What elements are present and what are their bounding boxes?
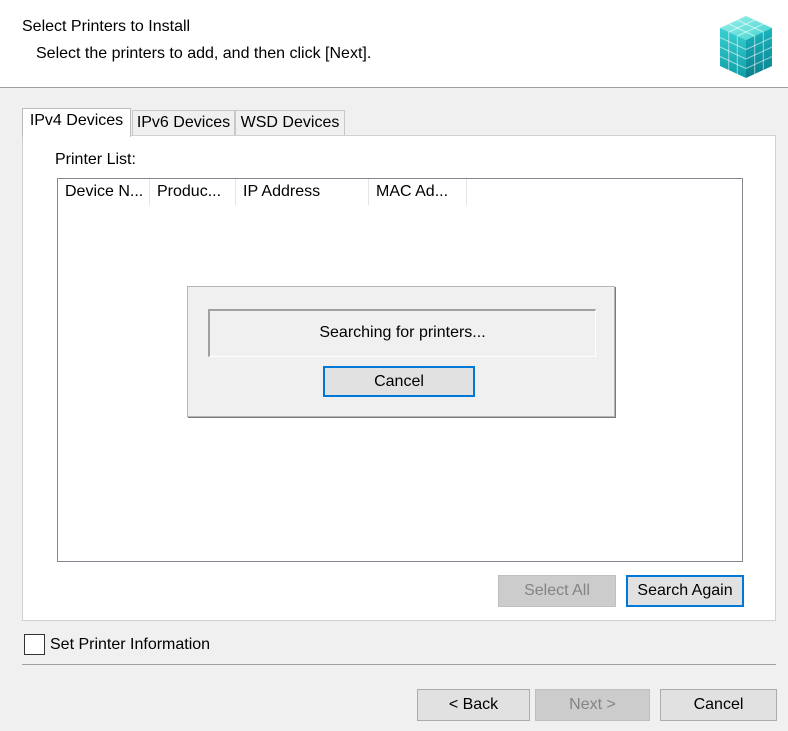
page-subtitle: Select the printers to add, and then cli…	[36, 45, 372, 62]
printer-cube-icon	[719, 16, 773, 78]
footer-separator	[22, 664, 776, 665]
page-title: Select Printers to Install	[22, 18, 191, 35]
search-status-text: Searching for printers...	[208, 309, 596, 357]
search-cancel-button[interactable]: Cancel	[323, 366, 475, 397]
column-header-product[interactable]: Produc...	[150, 179, 236, 205]
set-printer-information-label[interactable]: Set Printer Information	[50, 634, 210, 655]
column-header-mac-address[interactable]: MAC Ad...	[369, 179, 467, 205]
tab-wsd-devices[interactable]: WSD Devices	[235, 110, 345, 136]
set-printer-information-checkbox[interactable]	[24, 634, 45, 655]
tab-ipv4-devices[interactable]: IPv4 Devices	[22, 108, 131, 137]
column-header-device-name[interactable]: Device N...	[58, 179, 150, 205]
back-button[interactable]: < Back	[417, 689, 530, 721]
wizard-header: Select Printers to Install Select the pr…	[0, 0, 788, 88]
search-again-button[interactable]: Search Again	[626, 575, 744, 607]
printer-list-label: Printer List:	[55, 151, 136, 168]
tab-ipv6-devices[interactable]: IPv6 Devices	[132, 110, 235, 136]
select-all-button[interactable]: Select All	[498, 575, 616, 607]
column-header-ip-address[interactable]: IP Address	[236, 179, 369, 205]
next-button[interactable]: Next >	[535, 689, 650, 721]
search-progress-dialog: Searching for printers... Cancel	[187, 286, 615, 417]
cancel-button[interactable]: Cancel	[660, 689, 777, 721]
